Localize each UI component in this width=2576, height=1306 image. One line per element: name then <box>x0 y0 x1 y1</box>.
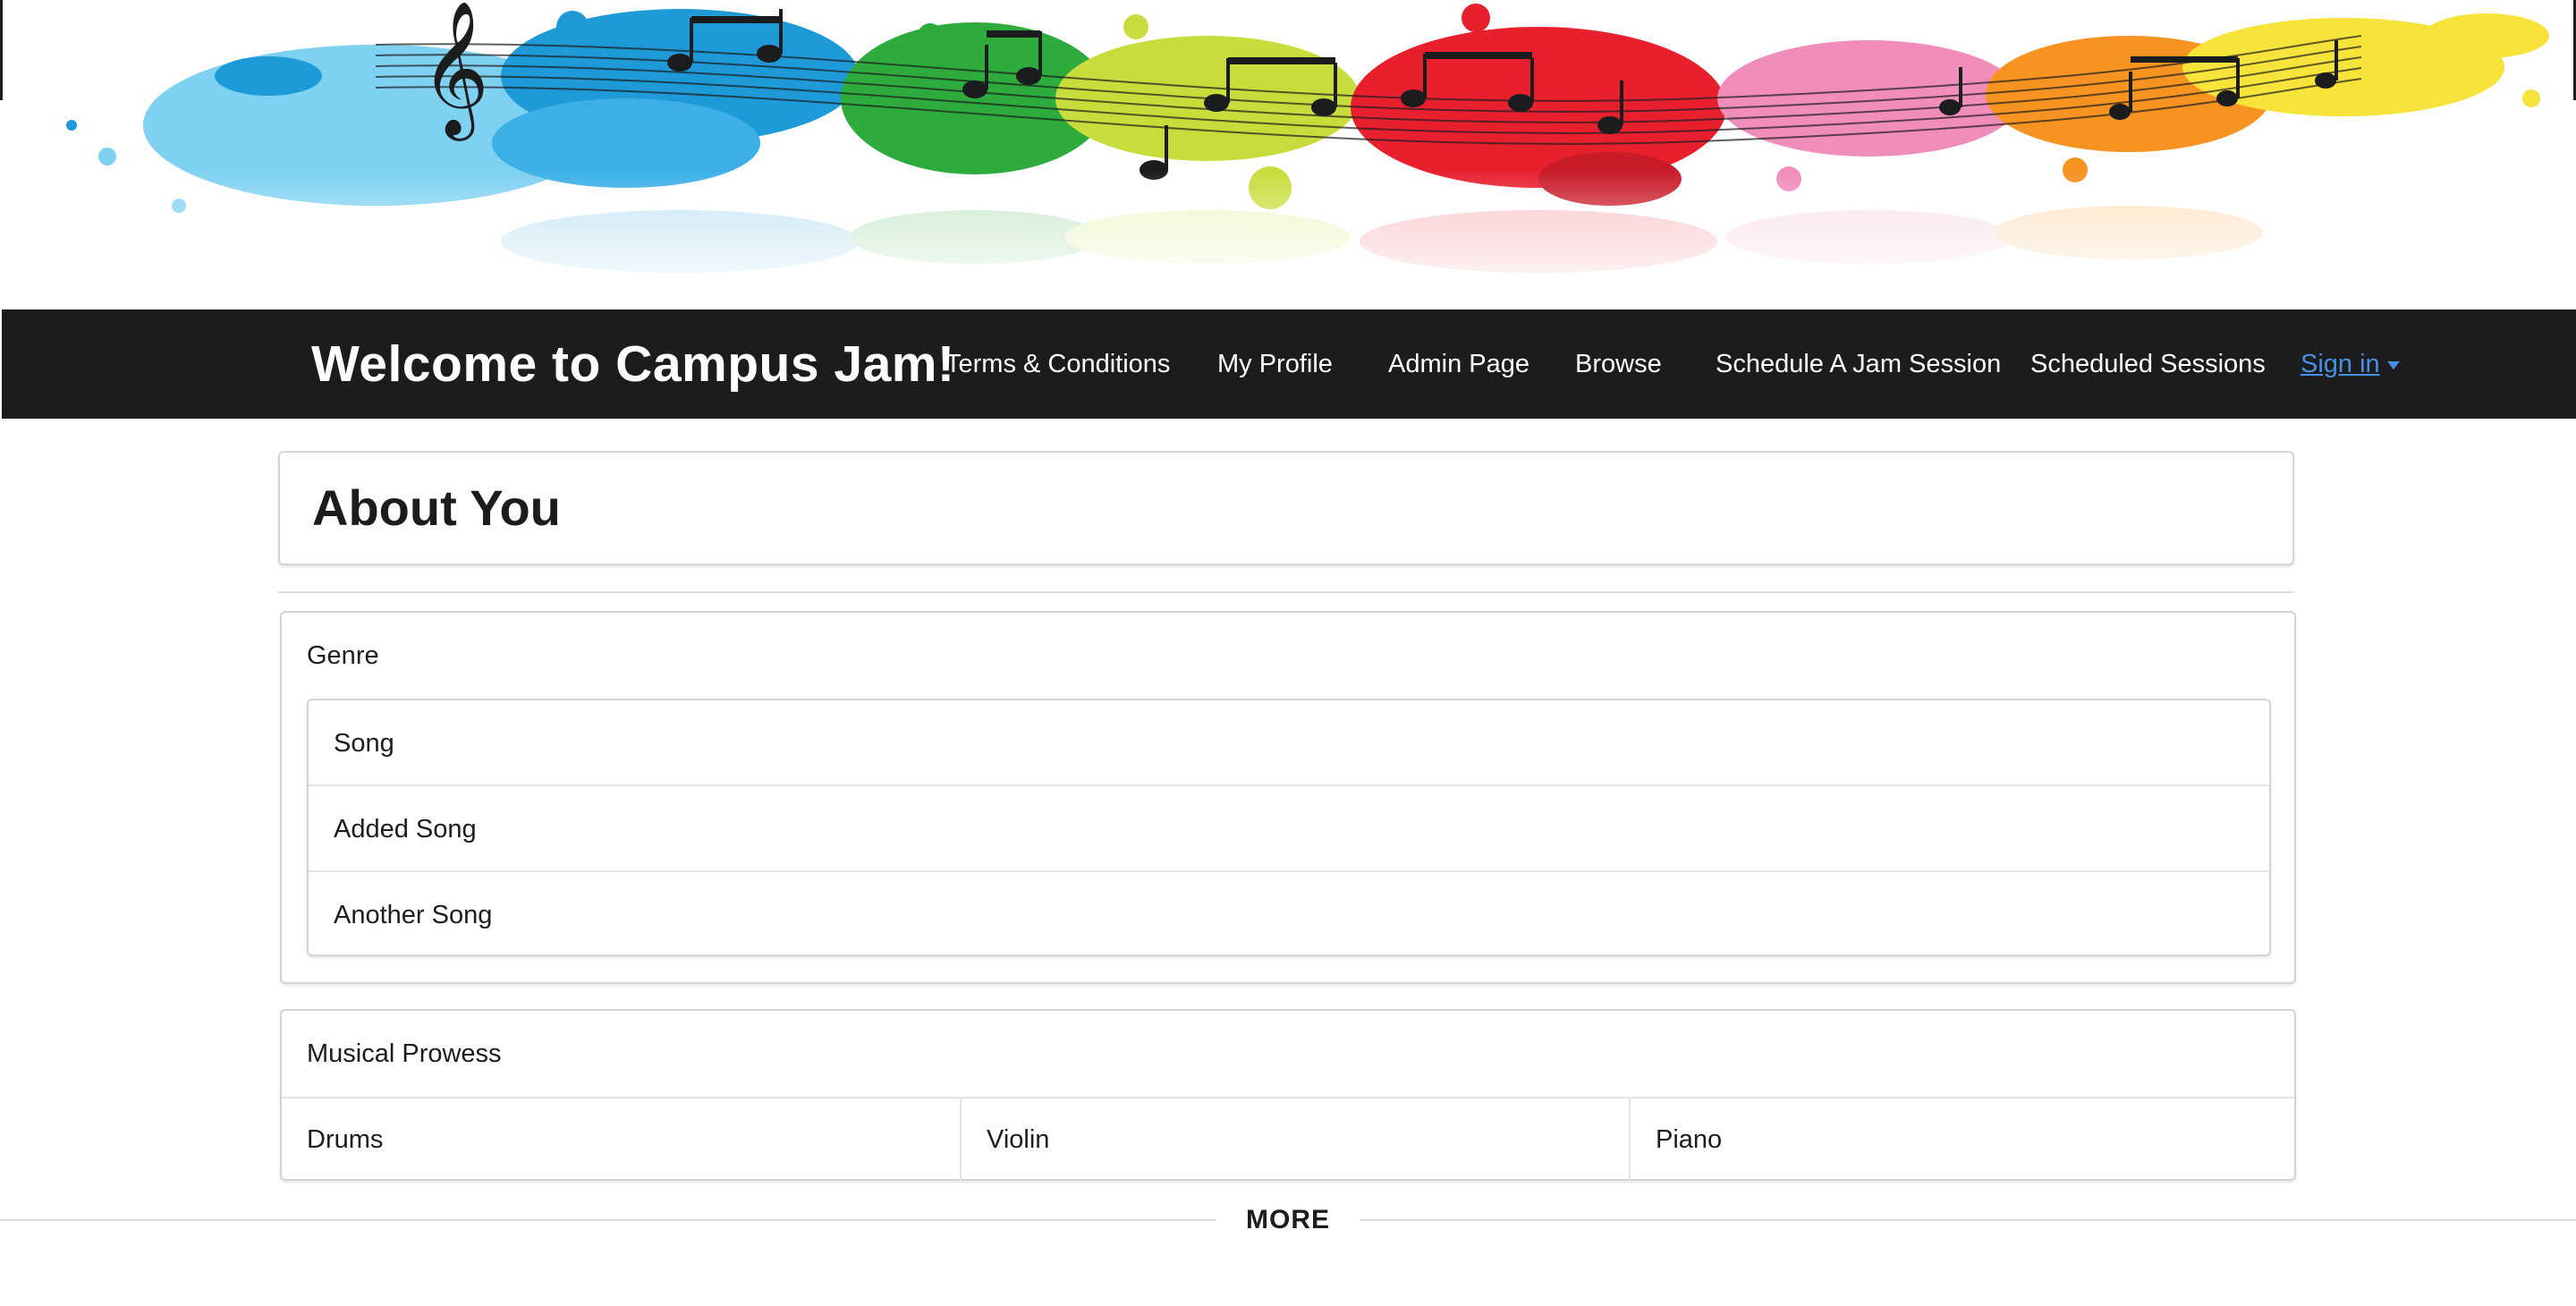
musical-prowess-header: Musical Prowess <box>307 1039 502 1068</box>
genre-header: Genre <box>307 641 379 670</box>
nav-admin-page[interactable]: Admin Page <box>1388 310 1530 419</box>
top-navbar: Welcome to Campus Jam! Terms & Condition… <box>2 310 2576 419</box>
nav-schedule-jam-session[interactable]: Schedule A Jam Session <box>1716 310 2001 419</box>
instrument-cell[interactable]: Drums <box>282 1098 960 1181</box>
sign-in-dropdown[interactable]: Sign in <box>2301 310 2400 419</box>
paint-splash-music-notes-banner: 𝄞 <box>0 0 2576 310</box>
genre-card: Genre Song Added Song Another Song <box>280 611 2296 984</box>
header-banner: 𝄞 <box>0 0 2576 310</box>
list-item[interactable]: Another Song <box>309 872 2269 958</box>
nav-browse[interactable]: Browse <box>1575 310 1662 419</box>
more-divider-left <box>0 1219 1224 1221</box>
section-divider <box>278 591 2294 593</box>
instrument-cell[interactable]: Violin <box>962 1098 1629 1181</box>
site-brand[interactable]: Welcome to Campus Jam! <box>311 310 954 419</box>
instrument-cell[interactable]: Piano <box>1631 1098 2294 1181</box>
nav-terms-conditions[interactable]: Terms & Conditions <box>945 310 1170 419</box>
song-list: Song Added Song Another Song <box>307 699 2271 956</box>
instrument-row: Drums Violin Piano <box>282 1097 2294 1181</box>
list-item[interactable]: Song <box>309 700 2269 786</box>
about-you-header: About You <box>278 451 2294 565</box>
sign-in-label: Sign in <box>2301 350 2380 378</box>
caret-down-icon <box>2386 360 2400 369</box>
nav-scheduled-sessions[interactable]: Scheduled Sessions <box>2030 310 2266 419</box>
more-divider-right <box>1352 1219 2576 1221</box>
more-button[interactable]: MORE <box>1216 1199 1360 1242</box>
musical-prowess-card: Musical Prowess Drums Violin Piano <box>280 1009 2296 1181</box>
left-edge-line <box>0 0 3 100</box>
page-title: About You <box>312 479 561 536</box>
list-item[interactable]: Added Song <box>309 786 2269 872</box>
nav-my-profile[interactable]: My Profile <box>1217 310 1333 419</box>
